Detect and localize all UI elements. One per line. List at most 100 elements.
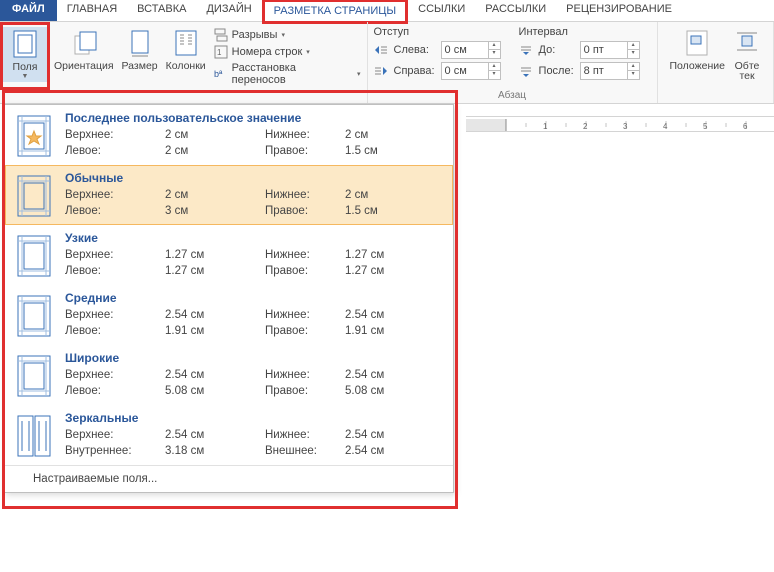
tab-references[interactable]: ССЫЛКИ bbox=[408, 0, 475, 21]
columns-icon bbox=[173, 28, 199, 58]
tab-design[interactable]: ДИЗАЙН bbox=[196, 0, 261, 21]
preset-label: Нижнее: bbox=[265, 249, 345, 263]
preset-value: 5.08 см bbox=[345, 385, 415, 399]
preset-label: Левое: bbox=[65, 205, 165, 219]
preset-title: Широкие bbox=[65, 351, 415, 367]
preset-label: Внешнее: bbox=[265, 445, 345, 459]
orientation-label: Ориентация bbox=[54, 60, 114, 72]
margin-preset-icon bbox=[15, 353, 53, 399]
indent-right-label: Справа: bbox=[394, 65, 435, 77]
preset-value: 2.54 см bbox=[165, 369, 265, 383]
margins-label: Поля bbox=[13, 61, 38, 73]
margin-preset-item[interactable]: ОбычныеВерхнее:2 смНижнее:2 смЛевое:3 см… bbox=[5, 165, 453, 225]
indent-title: Отступ bbox=[374, 26, 501, 38]
preset-value: 2 см bbox=[165, 145, 265, 159]
line-numbers-button[interactable]: 1 Номера строк▾ bbox=[214, 45, 361, 59]
breaks-label: Разрывы bbox=[232, 29, 278, 41]
breaks-icon bbox=[214, 28, 228, 42]
preset-value: 1.5 см bbox=[345, 145, 415, 159]
svg-text:3: 3 bbox=[623, 122, 628, 131]
hyphenation-label: Расстановка переносов bbox=[232, 62, 353, 86]
preset-value: 2.54 см bbox=[345, 309, 415, 323]
preset-value: 1.27 см bbox=[345, 249, 415, 263]
space-after-label: После: bbox=[539, 65, 574, 77]
custom-margins-item[interactable]: Настраиваемые поля... bbox=[5, 465, 453, 492]
hyphenation-button[interactable]: bª Расстановка переносов▾ bbox=[214, 62, 361, 86]
preset-title: Средние bbox=[65, 291, 415, 307]
indent-right-input[interactable]: 0 см▴▾ bbox=[441, 62, 501, 80]
preset-title: Зеркальные bbox=[65, 411, 415, 427]
margins-icon bbox=[11, 29, 39, 59]
margin-preset-item[interactable]: Последнее пользовательское значениеВерхн… bbox=[5, 105, 453, 165]
preset-label: Верхнее: bbox=[65, 429, 165, 443]
margin-preset-item[interactable]: УзкиеВерхнее:1.27 смНижнее:1.27 смЛевое:… bbox=[5, 225, 453, 285]
tab-page-layout[interactable]: РАЗМЕТКА СТРАНИЦЫ bbox=[262, 0, 408, 24]
tab-file[interactable]: ФАЙЛ bbox=[0, 0, 57, 21]
preset-label: Верхнее: bbox=[65, 189, 165, 203]
tab-mailings[interactable]: РАССЫЛКИ bbox=[475, 0, 556, 21]
preset-value: 1.27 см bbox=[165, 265, 265, 279]
preset-label: Правое: bbox=[265, 145, 345, 159]
space-after-input[interactable]: 8 пт▴▾ bbox=[580, 62, 640, 80]
preset-label: Правое: bbox=[265, 265, 345, 279]
ribbon-tabs: ФАЙЛ ГЛАВНАЯ ВСТАВКА ДИЗАЙН РАЗМЕТКА СТР… bbox=[0, 0, 774, 22]
preset-value: 2 см bbox=[345, 129, 415, 143]
space-after-icon bbox=[519, 64, 533, 78]
preset-title: Обычные bbox=[65, 171, 415, 187]
preset-value: 2 см bbox=[345, 189, 415, 203]
tab-home[interactable]: ГЛАВНАЯ bbox=[57, 0, 127, 21]
preset-value: 2.54 см bbox=[345, 369, 415, 383]
preset-title: Узкие bbox=[65, 231, 415, 247]
svg-text:1: 1 bbox=[217, 48, 222, 57]
size-label: Размер bbox=[122, 60, 158, 72]
preset-label: Левое: bbox=[65, 145, 165, 159]
preset-title: Последнее пользовательское значение bbox=[65, 111, 415, 127]
orientation-icon bbox=[69, 28, 99, 58]
position-button[interactable]: Положение bbox=[666, 26, 730, 84]
preset-value: 2.54 см bbox=[165, 429, 265, 443]
preset-label: Нижнее: bbox=[265, 429, 345, 443]
svg-text:4: 4 bbox=[663, 122, 668, 131]
space-before-icon bbox=[519, 43, 533, 57]
indent-left-input[interactable]: 0 см▴▾ bbox=[441, 41, 501, 59]
preset-label: Правое: bbox=[265, 325, 345, 339]
preset-label: Левое: bbox=[65, 265, 165, 279]
indent-left-value: 0 см bbox=[442, 44, 488, 56]
columns-button[interactable]: Колонки bbox=[162, 26, 210, 86]
paragraph-group-label: Абзац bbox=[368, 90, 657, 101]
preset-label: Верхнее: bbox=[65, 249, 165, 263]
preset-label: Правое: bbox=[265, 385, 345, 399]
margin-preset-item[interactable]: СредниеВерхнее:2.54 смНижнее:2.54 смЛево… bbox=[5, 285, 453, 345]
margins-button[interactable]: Поля ▼ bbox=[3, 27, 47, 82]
preset-value: 2.54 см bbox=[345, 445, 415, 459]
space-before-input[interactable]: 0 пт▴▾ bbox=[580, 41, 640, 59]
tab-review[interactable]: РЕЦЕНЗИРОВАНИЕ bbox=[556, 0, 682, 21]
preset-label: Внутреннее: bbox=[65, 445, 165, 459]
space-after-value: 8 пт bbox=[581, 65, 627, 77]
margin-preset-icon bbox=[15, 413, 53, 459]
preset-value: 3.18 см bbox=[165, 445, 265, 459]
preset-value: 1.5 см bbox=[345, 205, 415, 219]
preset-value: 2 см bbox=[165, 189, 265, 203]
preset-label: Нижнее: bbox=[265, 189, 345, 203]
svg-text:1: 1 bbox=[543, 122, 548, 131]
preset-value: 1.91 см bbox=[165, 325, 265, 339]
position-icon bbox=[683, 28, 711, 58]
wrap-icon bbox=[733, 28, 761, 58]
margin-preset-icon bbox=[15, 113, 53, 159]
preset-label: Верхнее: bbox=[65, 369, 165, 383]
breaks-button[interactable]: Разрывы▾ bbox=[214, 28, 361, 42]
orientation-button[interactable]: Ориентация bbox=[50, 26, 118, 86]
wrap-text-button[interactable]: Обте тек bbox=[729, 26, 765, 84]
space-before-value: 0 пт bbox=[581, 44, 627, 56]
preset-label: Нижнее: bbox=[265, 129, 345, 143]
tab-insert[interactable]: ВСТАВКА bbox=[127, 0, 196, 21]
spacing-title: Интервал bbox=[519, 26, 640, 38]
hyphenation-icon: bª bbox=[214, 67, 228, 81]
margin-preset-item[interactable]: ЗеркальныеВерхнее:2.54 смНижнее:2.54 смВ… bbox=[5, 405, 453, 465]
size-button[interactable]: Размер bbox=[118, 26, 162, 86]
indent-right-value: 0 см bbox=[442, 65, 488, 77]
margin-preset-item[interactable]: ШирокиеВерхнее:2.54 смНижнее:2.54 смЛево… bbox=[5, 345, 453, 405]
position-label: Положение bbox=[670, 60, 726, 72]
svg-text:5: 5 bbox=[703, 122, 708, 131]
